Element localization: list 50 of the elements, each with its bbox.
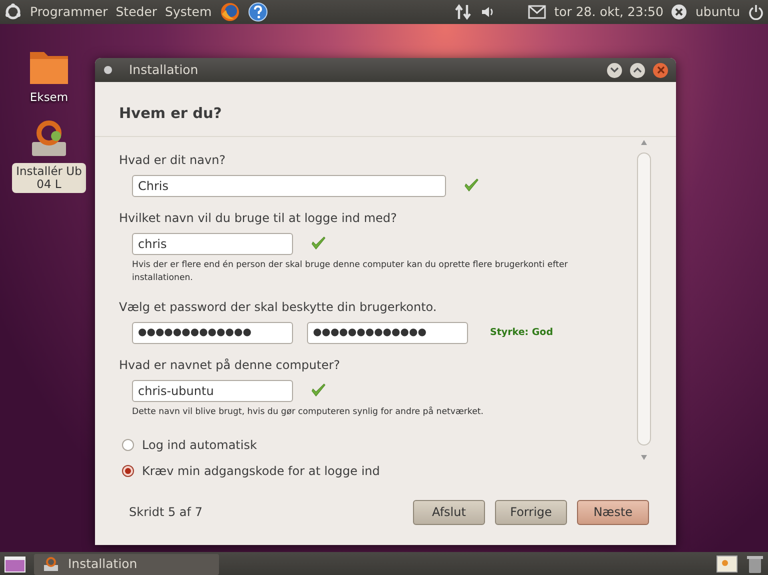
power-icon[interactable]: [748, 4, 764, 20]
input-field[interactable]: chris: [132, 232, 293, 255]
chevron-down-icon: [610, 67, 619, 73]
field-label: Vælg et password der skal beskytte din brugerkonto.: [119, 298, 438, 316]
clock-text[interactable]: tor 28. okt, 23:50: [554, 2, 664, 22]
input-field[interactable]: ●●●●●●●●●●●●●: [132, 322, 293, 344]
field-label: Hvilket navn vil du bruge til at logge ind med?: [119, 210, 398, 227]
panel-menu[interactable]: System: [165, 2, 212, 22]
show-desktop-icon[interactable]: [4, 554, 26, 572]
maximize-button[interactable]: [630, 62, 645, 78]
radio-button[interactable]: [122, 464, 134, 477]
chevron-up-icon: [633, 67, 642, 73]
globe-icon[interactable]: [220, 2, 240, 22]
radio-button[interactable]: [122, 438, 134, 451]
input-field[interactable]: ●●●●●●●●●●●●●: [307, 322, 468, 344]
close-button[interactable]: [653, 62, 668, 78]
icon-label[interactable]: Eksem: [26, 89, 72, 106]
field-label: Hvad er navnet på denne computer?: [119, 356, 342, 374]
trash-icon[interactable]: [746, 554, 764, 574]
status-x-icon[interactable]: [671, 4, 688, 20]
user-name[interactable]: ubuntu: [695, 2, 740, 22]
help-icon[interactable]: [248, 2, 268, 22]
input-field[interactable]: chris-ubuntu: [132, 380, 293, 402]
field-label: Hvad er dit navn?: [119, 152, 227, 169]
hard-drive-icon: [42, 556, 60, 572]
strength-text: Styrke: God: [490, 326, 553, 340]
network-arrows-icon[interactable]: [454, 3, 472, 21]
radio-label[interactable]: Kræv min adgangskode for at logge ind: [142, 462, 380, 480]
taskbar-button[interactable]: Installation: [34, 554, 219, 574]
panel-menu[interactable]: Programmer: [30, 2, 108, 22]
wizard-button[interactable]: Afslut: [413, 500, 485, 525]
window-menu-icon[interactable]: [103, 65, 113, 75]
close-icon: [656, 66, 664, 74]
panel-menu[interactable]: Steder: [116, 2, 158, 22]
hint-text: Dette navn vil blive brugt, hvis du gør computeren synlig for andre på netværket.: [132, 406, 484, 419]
taskbar-label: Installation: [68, 554, 138, 573]
input-field[interactable]: Chris: [132, 174, 446, 197]
minimize-button[interactable]: [607, 62, 622, 78]
workspace-icon[interactable]: [716, 554, 738, 572]
page-heading: Hvem er du?: [95, 82, 676, 137]
window-title: Installation: [129, 60, 198, 79]
hint-text: Hvis der er flere end én person der skal bruge denne computer kan du oprette flere brugerkonti efter installationen.: [132, 258, 569, 285]
radio-label[interactable]: Log ind automatisk: [142, 436, 257, 454]
ubuntu-logo-icon[interactable]: [4, 3, 22, 21]
envelope-icon[interactable]: [528, 5, 546, 19]
icon-label[interactable]: Installér Ub 04 L: [12, 163, 86, 193]
wizard-button[interactable]: Forrige: [495, 500, 567, 525]
scrollbar[interactable]: [636, 138, 652, 461]
step-text: Skridt 5 af 7: [129, 504, 204, 522]
wizard-button[interactable]: Næste: [577, 500, 649, 525]
